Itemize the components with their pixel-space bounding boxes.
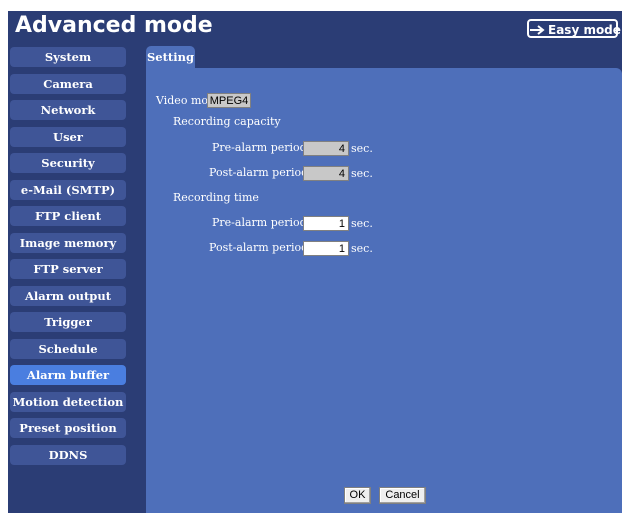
app-frame: Advanced mode Easy mode System Camera Ne… <box>8 11 622 513</box>
capacity-pre-alarm-field: 4 <box>303 141 349 156</box>
video-mode-value: MPEG4 <box>207 93 251 108</box>
time-post-alarm-unit: sec. <box>351 242 373 255</box>
time-post-alarm-input[interactable]: 1 <box>303 241 349 256</box>
recording-capacity-heading: Recording capacity <box>173 115 281 128</box>
easy-mode-button[interactable]: Easy mode <box>527 19 621 40</box>
ok-button[interactable]: OK <box>344 487 371 504</box>
time-pre-alarm-input[interactable]: 1 <box>303 216 349 231</box>
sidebar-item-trigger[interactable]: Trigger <box>10 312 126 332</box>
sidebar-item-schedule[interactable]: Schedule <box>10 338 126 359</box>
sidebar-item-user[interactable]: User <box>10 126 126 147</box>
time-post-alarm-label: Post-alarm period <box>209 241 309 254</box>
sidebar-item-ddns[interactable]: DDNS <box>10 444 126 465</box>
sidebar-item-alarm-output[interactable]: Alarm output <box>10 285 126 306</box>
time-pre-alarm-label: Pre-alarm period <box>212 216 307 229</box>
sidebar-item-system[interactable]: System <box>10 47 126 67</box>
header-bar: Advanced mode Easy mode <box>8 11 622 45</box>
sidebar-item-camera[interactable]: Camera <box>10 73 126 94</box>
easy-mode-label: Easy mode <box>548 23 621 37</box>
tab-setting[interactable]: Setting <box>146 46 195 68</box>
sidebar-item-preset-position[interactable]: Preset position <box>10 418 126 438</box>
recording-time-heading: Recording time <box>173 191 259 204</box>
time-pre-alarm-unit: sec. <box>351 217 373 230</box>
cancel-button[interactable]: Cancel <box>379 487 426 504</box>
capacity-post-alarm-unit: sec. <box>351 167 373 180</box>
sidebar-item-ftp-client[interactable]: FTP client <box>10 206 126 226</box>
sidebar-item-motion-detection[interactable]: Motion detection <box>10 391 126 412</box>
capacity-post-alarm-label: Post-alarm period <box>209 166 309 179</box>
right-arrow-icon <box>529 21 545 40</box>
capacity-pre-alarm-unit: sec. <box>351 142 373 155</box>
sidebar-item-alarm-buffer[interactable]: Alarm buffer <box>10 365 126 385</box>
capacity-pre-alarm-label: Pre-alarm period <box>212 141 307 154</box>
sidebar-item-ftp-server[interactable]: FTP server <box>10 259 126 279</box>
page-title: Advanced mode <box>15 13 213 38</box>
sidebar-item-security[interactable]: Security <box>10 153 126 173</box>
sidebar-item-image-memory[interactable]: Image memory <box>10 232 126 253</box>
settings-panel <box>146 68 622 513</box>
sidebar-item-network[interactable]: Network <box>10 100 126 120</box>
capacity-post-alarm-field: 4 <box>303 166 349 181</box>
sidebar-item-email-smtp[interactable]: e-Mail (SMTP) <box>10 179 126 200</box>
